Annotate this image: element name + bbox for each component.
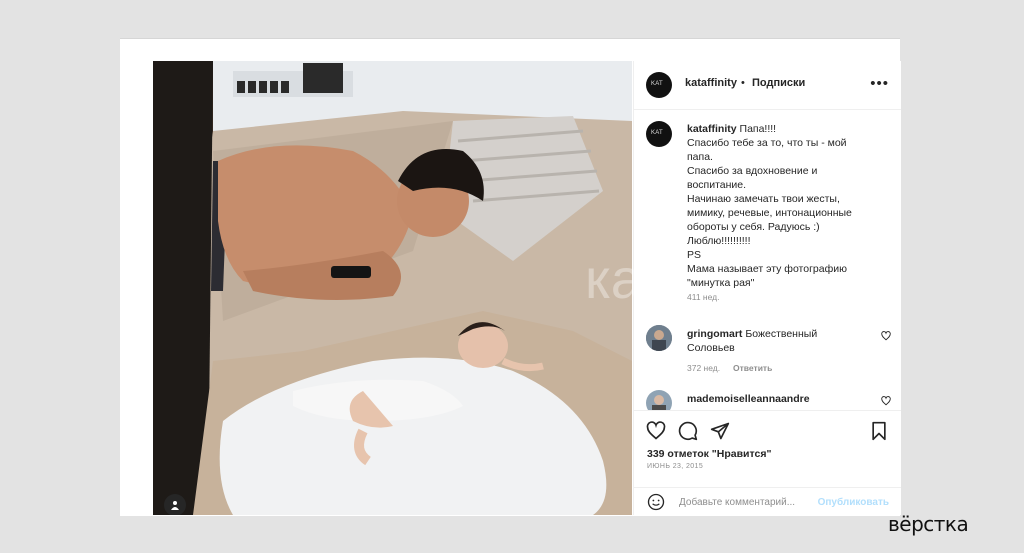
post-date: ИЮНЬ 23, 2015 xyxy=(647,463,704,470)
bookmark-icon[interactable] xyxy=(870,421,888,441)
caption-username[interactable]: kataffinity xyxy=(687,123,737,135)
comment-text: gringomart Божественный Соловьев 372 нед… xyxy=(687,327,867,375)
separator-dot: • xyxy=(741,77,745,89)
post-header: KAT kataffinity • Подписки ••• xyxy=(634,61,901,110)
comment-age: 372 нед. xyxy=(687,363,721,373)
heart-icon[interactable] xyxy=(881,396,891,406)
caption-line: Спасибо за вдохновение и xyxy=(687,165,818,177)
heart-icon[interactable] xyxy=(881,331,891,341)
author-username[interactable]: kataffinity xyxy=(685,77,737,89)
commenter-avatar[interactable] xyxy=(646,325,672,351)
reply-button[interactable]: Ответить xyxy=(733,361,772,375)
user-tag-icon[interactable] xyxy=(164,494,186,515)
more-options-icon[interactable]: ••• xyxy=(870,75,889,92)
caption-avatar[interactable]: KAT xyxy=(646,121,672,147)
caption-line: обороты у себя. Радуюсь :) xyxy=(687,221,820,233)
post-photo[interactable] xyxy=(153,61,632,515)
commenter-username[interactable]: mademoiselleannaandre xyxy=(687,393,810,405)
comment-input[interactable]: Добавьте комментарий... xyxy=(679,497,795,508)
caption-age: 411 нед. xyxy=(687,292,720,302)
publish-button[interactable]: Опубликовать xyxy=(818,497,889,508)
caption-line: Спасибо тебе за то, что ты - мой xyxy=(687,137,847,149)
emoji-icon[interactable] xyxy=(647,493,665,511)
watermark-text: ка xyxy=(585,247,642,310)
caption-line: "минутка рая" xyxy=(687,277,755,289)
commenter-avatar[interactable] xyxy=(646,390,672,410)
caption-line: Люблю!!!!!!!!!! xyxy=(687,235,751,247)
post-caption: kataffinity Папа!!!! Спасибо тебе за то,… xyxy=(687,122,877,304)
caption-line: Папа!!!! xyxy=(739,123,777,135)
photo-illustration xyxy=(153,61,632,515)
post-side-panel: KAT kataffinity • Подписки ••• KAT kataf… xyxy=(633,61,901,515)
comment-body-line2: Соловьев xyxy=(687,342,735,354)
comment-icon[interactable] xyxy=(678,421,698,441)
author-avatar[interactable]: KAT xyxy=(646,72,672,98)
caption-line: Начинаю замечать твои жесты, xyxy=(687,193,840,205)
comment-text: mademoiselleannaandre xyxy=(687,392,867,406)
share-icon[interactable] xyxy=(710,421,730,441)
caption-line: воспитание. xyxy=(687,179,747,191)
post-actions: 339 отметок "Нравится" ИЮНЬ 23, 2015 xyxy=(634,410,901,487)
comments-list[interactable]: KAT kataffinity Папа!!!! Спасибо тебе за… xyxy=(634,110,901,410)
following-button[interactable]: Подписки xyxy=(752,77,805,89)
caption-line: мимику, речевые, интонационные xyxy=(687,207,852,219)
commenter-username[interactable]: gringomart xyxy=(687,328,742,340)
comment-body: Божественный xyxy=(745,328,818,340)
likes-count[interactable]: 339 отметок "Нравится" xyxy=(647,448,771,460)
caption-line: PS xyxy=(687,249,702,261)
like-heart-icon[interactable] xyxy=(646,421,666,441)
caption-line: папа. xyxy=(687,151,713,163)
caption-line: Мама называет эту фотографию xyxy=(687,263,847,275)
brand-logo: вёрстка xyxy=(888,512,969,536)
add-comment-bar: Добавьте комментарий... Опубликовать xyxy=(634,487,901,516)
